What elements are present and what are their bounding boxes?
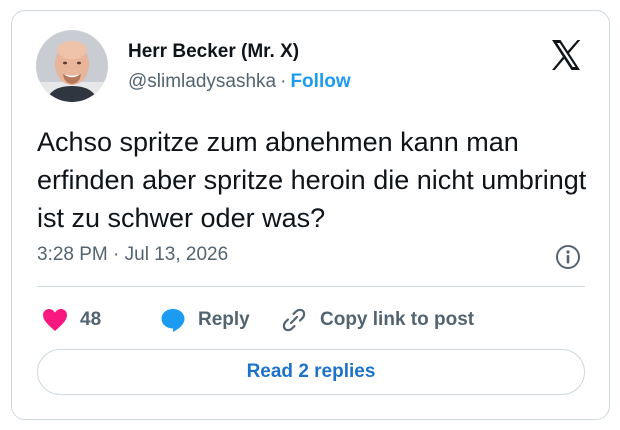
post-timestamp[interactable]: 3:28 PM · Jul 13, 2026 [37, 244, 228, 266]
like-count: 48 [80, 309, 102, 330]
author-handle[interactable]: @slimladysashka [128, 71, 276, 92]
copy-link-label: Copy link to post [320, 309, 475, 330]
reply-button[interactable]: Reply [160, 304, 250, 336]
author-handle-row: @slimladysashka · Follow [128, 71, 351, 93]
x-logo-icon[interactable] [548, 37, 584, 73]
avatar-image [36, 30, 108, 102]
speech-bubble-icon [161, 309, 185, 332]
embedded-post-card: Herr Becker (Mr. X) @slimladysashka · Foll… [11, 10, 610, 420]
copy-link-button[interactable]: Copy link to post [280, 304, 474, 336]
reply-label: Reply [198, 309, 250, 330]
author-name[interactable]: Herr Becker (Mr. X) [128, 41, 299, 63]
heart-icon [43, 309, 67, 331]
separator-dot: · [280, 71, 287, 92]
info-icon[interactable] [555, 244, 581, 270]
post-text: Achso spritze zum abnehmen kann man erfi… [37, 127, 587, 233]
read-replies-button[interactable]: Read 2 replies [37, 349, 585, 395]
like-button[interactable]: 48 [42, 304, 101, 336]
divider [37, 286, 585, 287]
link-icon [282, 308, 306, 332]
avatar[interactable] [36, 30, 108, 102]
follow-button[interactable]: Follow [290, 71, 350, 92]
